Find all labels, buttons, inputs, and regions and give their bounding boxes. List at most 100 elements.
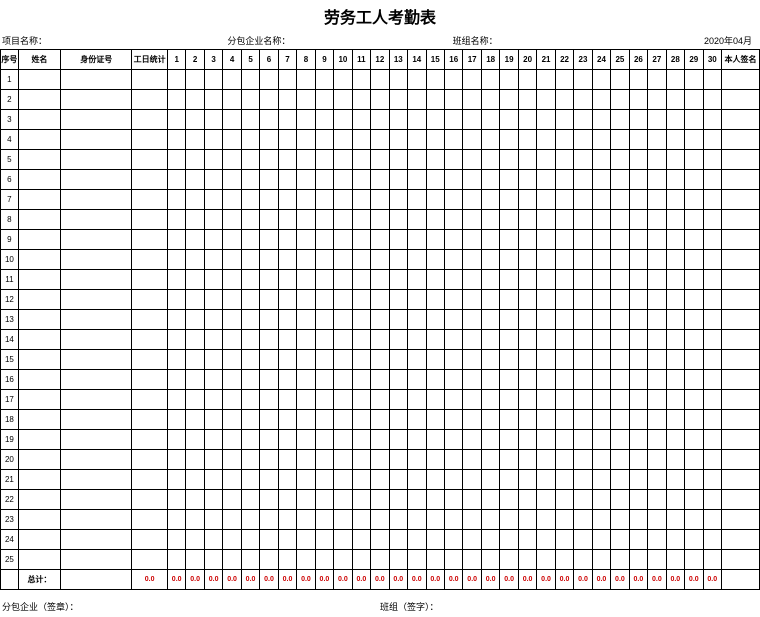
cell-day[interactable] [315, 510, 333, 530]
cell-day[interactable] [352, 330, 370, 350]
cell-day[interactable] [352, 210, 370, 230]
cell-day[interactable] [666, 290, 684, 310]
cell-day[interactable] [481, 90, 499, 110]
cell-day[interactable] [481, 430, 499, 450]
cell-day[interactable] [648, 170, 666, 190]
cell-name[interactable] [18, 210, 60, 230]
cell-sign[interactable] [722, 150, 760, 170]
cell-day[interactable] [500, 210, 518, 230]
cell-stat[interactable] [132, 530, 168, 550]
cell-day[interactable] [315, 230, 333, 250]
cell-day[interactable] [260, 150, 278, 170]
cell-day[interactable] [463, 350, 481, 370]
cell-day[interactable] [315, 290, 333, 310]
cell-day[interactable] [186, 330, 204, 350]
cell-day[interactable] [481, 150, 499, 170]
cell-day[interactable] [537, 330, 555, 350]
cell-day[interactable] [537, 410, 555, 430]
cell-stat[interactable] [132, 230, 168, 250]
cell-day[interactable] [629, 550, 647, 570]
cell-stat[interactable] [132, 90, 168, 110]
cell-day[interactable] [186, 510, 204, 530]
cell-day[interactable] [204, 390, 222, 410]
cell-day[interactable] [297, 330, 315, 350]
cell-day[interactable] [352, 430, 370, 450]
cell-day[interactable] [703, 190, 721, 210]
cell-day[interactable] [389, 190, 407, 210]
cell-day[interactable] [703, 230, 721, 250]
cell-day[interactable] [408, 390, 426, 410]
cell-day[interactable] [241, 550, 259, 570]
cell-day[interactable] [648, 70, 666, 90]
cell-day[interactable] [703, 170, 721, 190]
cell-sign[interactable] [722, 70, 760, 90]
cell-day[interactable] [444, 190, 462, 210]
cell-sign[interactable] [722, 430, 760, 450]
cell-day[interactable] [223, 430, 241, 450]
cell-day[interactable] [297, 290, 315, 310]
cell-day[interactable] [500, 430, 518, 450]
cell-day[interactable] [463, 450, 481, 470]
cell-day[interactable] [481, 510, 499, 530]
cell-day[interactable] [167, 290, 185, 310]
cell-day[interactable] [315, 410, 333, 430]
cell-day[interactable] [537, 290, 555, 310]
cell-day[interactable] [334, 370, 352, 390]
cell-day[interactable] [537, 470, 555, 490]
cell-day[interactable] [371, 470, 389, 490]
cell-day[interactable] [666, 410, 684, 430]
cell-day[interactable] [186, 430, 204, 450]
cell-day[interactable] [204, 270, 222, 290]
cell-day[interactable] [408, 510, 426, 530]
cell-day[interactable] [611, 110, 629, 130]
cell-day[interactable] [685, 450, 703, 470]
cell-day[interactable] [518, 510, 536, 530]
cell-stat[interactable] [132, 310, 168, 330]
cell-day[interactable] [518, 410, 536, 430]
cell-day[interactable] [629, 350, 647, 370]
cell-day[interactable] [389, 390, 407, 410]
cell-day[interactable] [611, 210, 629, 230]
cell-day[interactable] [537, 450, 555, 470]
cell-id[interactable] [61, 270, 132, 290]
cell-day[interactable] [611, 510, 629, 530]
cell-stat[interactable] [132, 450, 168, 470]
cell-day[interactable] [592, 310, 610, 330]
cell-day[interactable] [444, 430, 462, 450]
cell-day[interactable] [186, 310, 204, 330]
cell-id[interactable] [61, 210, 132, 230]
cell-day[interactable] [685, 530, 703, 550]
cell-day[interactable] [666, 190, 684, 210]
cell-day[interactable] [666, 350, 684, 370]
cell-day[interactable] [574, 470, 592, 490]
cell-day[interactable] [537, 350, 555, 370]
cell-stat[interactable] [132, 550, 168, 570]
cell-day[interactable] [518, 70, 536, 90]
cell-day[interactable] [315, 270, 333, 290]
cell-day[interactable] [555, 470, 573, 490]
cell-day[interactable] [537, 130, 555, 150]
cell-day[interactable] [186, 150, 204, 170]
cell-day[interactable] [703, 110, 721, 130]
cell-day[interactable] [518, 450, 536, 470]
cell-day[interactable] [315, 130, 333, 150]
cell-day[interactable] [500, 130, 518, 150]
cell-day[interactable] [389, 250, 407, 270]
cell-day[interactable] [167, 170, 185, 190]
cell-day[interactable] [648, 410, 666, 430]
cell-day[interactable] [186, 410, 204, 430]
cell-day[interactable] [297, 350, 315, 370]
cell-day[interactable] [426, 70, 444, 90]
cell-day[interactable] [574, 70, 592, 90]
cell-day[interactable] [334, 290, 352, 310]
cell-day[interactable] [500, 230, 518, 250]
cell-stat[interactable] [132, 370, 168, 390]
cell-day[interactable] [408, 410, 426, 430]
cell-day[interactable] [685, 130, 703, 150]
cell-day[interactable] [223, 130, 241, 150]
cell-day[interactable] [500, 310, 518, 330]
cell-day[interactable] [537, 490, 555, 510]
cell-day[interactable] [611, 350, 629, 370]
cell-day[interactable] [167, 510, 185, 530]
cell-day[interactable] [648, 150, 666, 170]
